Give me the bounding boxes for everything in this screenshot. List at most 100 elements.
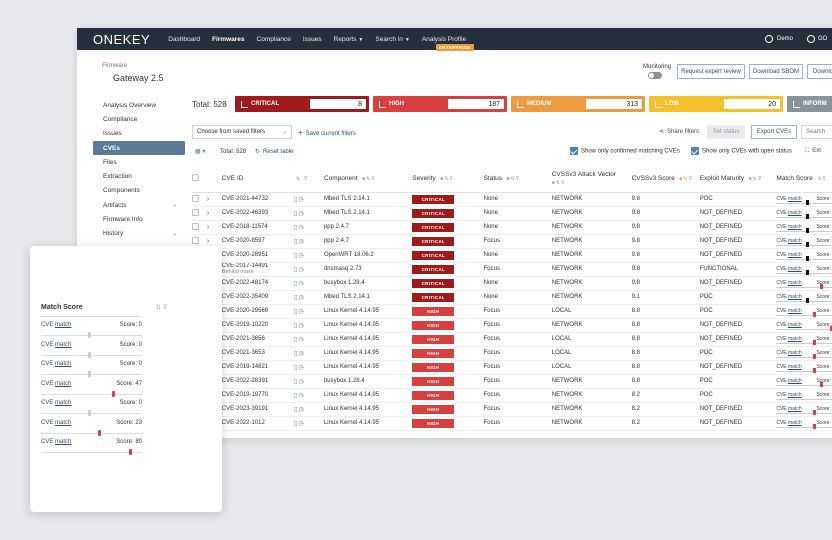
- cve-match-link[interactable]: match: [788, 364, 802, 370]
- expand-button[interactable]: ⛶ Ext: [805, 148, 821, 155]
- table-row[interactable]: › CVE-2020-8597 ▯◷ ppp 2.4.7 CRITICAL Focus NE…: [192, 234, 832, 249]
- cve-id[interactable]: CVE-2022-35409: [222, 294, 294, 300]
- copy-history-icons[interactable]: ▯◷: [294, 239, 305, 245]
- col-severity[interactable]: Severity ■⇅⊽: [412, 166, 484, 193]
- col-component[interactable]: Component ■⇅⊽: [323, 166, 413, 193]
- cve-match-link[interactable]: CVE match: [41, 342, 71, 348]
- table-row[interactable]: ›CVE-2022-48174▯◷busybox 1.28.4CRITICALN…: [192, 276, 832, 291]
- copy-history-icons[interactable]: ▯◷: [294, 337, 305, 343]
- nav-issues[interactable]: Issues: [303, 36, 322, 43]
- cve-match-link[interactable]: CVE match: [41, 439, 71, 445]
- table-row[interactable]: ›CVE-2023-39191▯◷Linux Kernel 4.14.95HIG…: [192, 402, 832, 417]
- sidebar-item-extraction[interactable]: Extraction: [93, 169, 185, 183]
- sort-filter-icon[interactable]: ⇅ ⊽: [296, 176, 308, 182]
- table-row[interactable]: › CVE-2018-11574 ▯◷ ppp 2.4.7 CRITICAL None NE…: [192, 220, 832, 235]
- table-row[interactable]: ›CVE-2017-14491Behind mask▯◷dnsmasq 2.73…: [192, 262, 832, 277]
- cve-id[interactable]: CVE-2019-10220: [222, 322, 294, 328]
- monitoring-toggle[interactable]: [648, 72, 662, 79]
- severity-filter-high[interactable]: HIGH 187: [373, 96, 507, 112]
- cve-id[interactable]: CVE-2020-29569: [222, 308, 294, 314]
- cve-match-link[interactable]: CVE match: [41, 400, 71, 406]
- cve-id[interactable]: CVE-2022-28391: [222, 378, 294, 384]
- nav-reports[interactable]: Reports ▼: [334, 36, 364, 43]
- download-sbom-button[interactable]: Download SBOM: [749, 64, 803, 79]
- cve-match-link[interactable]: match: [788, 224, 802, 230]
- only-confirmed-checkbox[interactable]: Show only confirmed matching CVEs: [570, 147, 680, 155]
- column-chooser-icon[interactable]: ▦ ▾: [195, 148, 205, 155]
- row-select-cell[interactable]: [192, 220, 207, 235]
- cve-match-link[interactable]: match: [788, 336, 802, 342]
- row-select-cell[interactable]: [192, 192, 207, 207]
- table-row[interactable]: › CVE-2021-44732 ▯◷ Mbed TLS 2.14.1 CRITICAL…: [192, 192, 832, 207]
- nav-firmwares[interactable]: Firmwares: [212, 36, 245, 43]
- table-row[interactable]: ›CVE-2020-29569▯◷Linux Kernel 4.14.95HIG…: [192, 304, 832, 319]
- set-status-button[interactable]: Set status: [707, 125, 745, 139]
- request-expert-review-button[interactable]: Request expert review: [677, 64, 745, 79]
- table-row[interactable]: ›CVE-2022-35409▯◷Mbed TLS 2.14.1CRITICAL…: [192, 290, 832, 305]
- chevron-right-icon[interactable]: ›: [207, 238, 209, 245]
- row-checkbox[interactable]: [192, 236, 199, 244]
- cve-match-link[interactable]: match: [788, 392, 802, 398]
- col-attack-vector[interactable]: CVSSv3 Attack Vector ■⇅⊽: [551, 166, 632, 193]
- row-select-cell[interactable]: [192, 206, 207, 221]
- severity-filter-medium[interactable]: MEDIUM 313: [511, 96, 645, 112]
- user-menu[interactable]: GO: [807, 28, 827, 50]
- table-row[interactable]: › CVE-2022-46393 ▯◷ Mbed TLS 2.14.1 CRITICAL…: [192, 206, 832, 221]
- sidebar-item-components[interactable]: Components: [93, 184, 185, 198]
- row-expand-cell[interactable]: ›: [206, 220, 222, 235]
- cve-id[interactable]: CVE-2022-48174: [222, 280, 294, 286]
- cve-match-link[interactable]: CVE match: [41, 420, 71, 426]
- cve-id[interactable]: CVE-2019-19770: [222, 392, 294, 398]
- col-exploit-maturity[interactable]: Exploit Maturity ■⇅⊽: [699, 166, 777, 193]
- nav-dashboard[interactable]: Dashboard: [168, 36, 200, 43]
- sidebar-item-analysis-overview[interactable]: Analysis Overview: [93, 98, 185, 112]
- cve-match-link[interactable]: match: [788, 322, 802, 328]
- cve-match-link[interactable]: match: [788, 280, 802, 286]
- cve-match-link[interactable]: match: [788, 266, 802, 272]
- export-cves-button[interactable]: Export CVEs: [751, 125, 797, 139]
- cve-match-link[interactable]: match: [788, 378, 802, 384]
- sort-filter-icon[interactable]: ■⇅⊽: [360, 176, 376, 182]
- tenant-selector[interactable]: Demo: [765, 28, 793, 50]
- table-row[interactable]: ›CVE-2019-10220▯◷Linux Kernel 4.14.95HIG…: [192, 318, 832, 333]
- table-row[interactable]: ›CVE-2022-28391▯◷busybox 1.28.4HIGHFocus…: [192, 374, 832, 389]
- copy-history-icons[interactable]: ▯◷: [294, 379, 305, 385]
- table-row[interactable]: ›CVE-2020-28951▯◷OpenWRT 18.06.2CRITICAL…: [192, 248, 832, 263]
- saved-filters-select[interactable]: Choose from saved filters ⌄: [192, 125, 292, 139]
- row-expand-cell[interactable]: ›: [206, 206, 222, 221]
- search-input[interactable]: Search: [801, 125, 832, 139]
- copy-history-icons[interactable]: ▯◷: [294, 407, 305, 413]
- table-row[interactable]: ›CVE-2021-3653▯◷Linux Kernel 4.14.95HIGH…: [192, 346, 832, 361]
- share-filters-button[interactable]: ⋖ Share filters: [659, 128, 699, 135]
- select-all-checkbox[interactable]: [192, 174, 199, 182]
- sort-desc-icon[interactable]: ■⇅⊽: [677, 176, 693, 182]
- cve-match-link[interactable]: CVE match: [41, 322, 71, 328]
- cve-match-link[interactable]: match: [788, 252, 802, 258]
- cve-match-link[interactable]: match: [788, 210, 802, 216]
- severity-filter-low[interactable]: LOW 20: [649, 96, 783, 112]
- copy-history-icons[interactable]: ▯◷: [294, 365, 305, 371]
- copy-history-icons[interactable]: ▯◷: [294, 267, 305, 273]
- copy-history-icons[interactable]: ▯◷: [294, 393, 305, 399]
- sidebar-item-issues[interactable]: Issues: [93, 127, 185, 141]
- copy-history-icons[interactable]: ▯◷: [294, 211, 305, 217]
- cve-match-link[interactable]: match: [788, 350, 802, 356]
- sidebar-item-history[interactable]: History ⌄: [93, 227, 185, 241]
- cve-match-link[interactable]: CVE match: [41, 381, 71, 387]
- copy-history-icons[interactable]: ▯◷: [294, 421, 305, 427]
- cve-match-link[interactable]: match: [788, 308, 802, 314]
- only-open-checkbox[interactable]: Show only CVEs with open status: [691, 147, 792, 155]
- cve-id[interactable]: CVE-2018-11574: [222, 224, 294, 230]
- sidebar-item-artifacts[interactable]: Artifacts ⌄: [93, 198, 185, 212]
- table-row[interactable]: ›CVE-2019-14821▯◷Linux Kernel 4.14.95HIG…: [192, 360, 832, 375]
- sort-filter-icon[interactable]: ■⇅⊽: [746, 176, 762, 182]
- onekey-logo[interactable]: ONEKEY: [93, 32, 150, 47]
- row-checkbox[interactable]: [192, 222, 199, 230]
- save-current-filters-button[interactable]: + Save current filters: [298, 128, 356, 137]
- cve-match-link[interactable]: match: [788, 294, 802, 300]
- cve-match-link[interactable]: match: [788, 420, 802, 426]
- col-match-score[interactable]: Match Score ⇅⊽: [776, 166, 832, 193]
- row-checkbox[interactable]: [192, 194, 199, 202]
- sidebar-item-files[interactable]: Files: [93, 155, 185, 169]
- cve-id[interactable]: CVE-2022-1012: [222, 420, 294, 426]
